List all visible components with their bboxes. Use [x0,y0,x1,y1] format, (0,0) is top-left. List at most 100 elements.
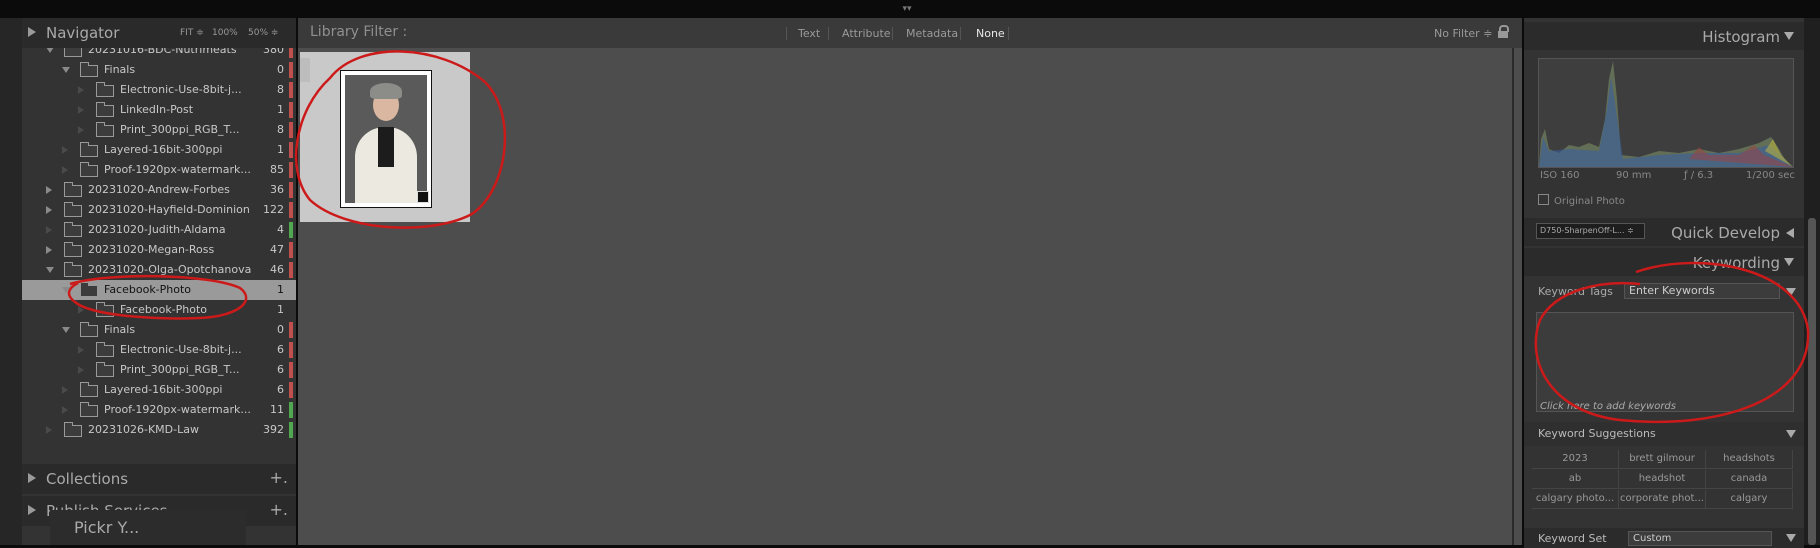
disclosure-closed-icon[interactable] [62,166,68,174]
disclosure-closed-icon[interactable] [46,226,52,234]
collapse-triangle-icon[interactable] [28,27,36,37]
right-panel-scrollbar[interactable] [1804,18,1820,545]
folder-count: 8 [277,123,284,136]
disclosure-closed-icon[interactable] [46,186,52,194]
original-photo-checkbox[interactable]: Original Photo [1538,194,1625,207]
filter-metadata-tab[interactable]: Metadata [906,27,958,40]
folder-row[interactable]: Print_300ppi_RGB_T... 6 [22,360,296,380]
add-collection-button[interactable]: +. [270,468,289,487]
folder-row[interactable]: Layered-16bit-300ppi 6 [22,380,296,400]
keyword-suggestion[interactable]: headshot [1619,470,1706,489]
disclosure-closed-icon[interactable] [62,406,68,414]
disclosure-closed-icon[interactable] [78,346,84,354]
folder-name: 20231020-Megan-Ross [88,243,215,256]
filter-none-tab[interactable]: None [976,27,1005,40]
expand-triangle-icon[interactable] [1786,228,1794,238]
keywording-header[interactable]: Keywording [1524,248,1804,276]
lock-icon[interactable] [1498,25,1509,38]
nav-fit-option[interactable]: FIT ≑ [180,28,204,38]
photo-thumbnail[interactable] [340,70,432,208]
collapse-triangle-icon[interactable] [1786,534,1796,542]
keyword-set-dropdown[interactable]: Custom [1628,531,1772,546]
folder-row[interactable]: 20231020-Andrew-Forbes 36 [22,180,296,200]
folder-icon [96,122,114,137]
pick-flag-icon[interactable] [300,58,310,82]
disclosure-closed-icon[interactable] [46,246,52,254]
folder-row[interactable]: 20231020-Megan-Ross 47 [22,240,296,260]
collapse-triangle-icon[interactable] [1786,430,1796,438]
folder-row[interactable]: Print_300ppi_RGB_T... 8 [22,120,296,140]
collapse-triangle-icon[interactable] [1784,32,1794,40]
folder-row[interactable]: Electronic-Use-8bit-j... 6 [22,340,296,360]
disclosure-open-icon[interactable] [62,327,70,333]
keyword-suggestion[interactable]: calgary photo... [1532,490,1619,509]
folder-row[interactable]: 20231020-Olga-Opotchanova 46 [22,260,296,280]
edited-badge-icon[interactable] [417,191,429,203]
bottom-button-stub[interactable]: Pickr Y... [50,510,246,545]
folder-row[interactable]: 20231016-BDC-Nutrimeats 380 [22,48,296,60]
saved-preset-dropdown[interactable]: D750-SharpenOff-L... ≑ [1536,223,1645,239]
disclosure-closed-icon[interactable] [46,206,52,214]
disclosure-closed-icon[interactable] [78,106,84,114]
keyword-suggestion[interactable]: corporate phot... [1619,490,1706,509]
keyword-suggestions-header[interactable]: Keyword Suggestions [1524,422,1804,446]
expand-triangle-icon[interactable] [28,473,36,483]
photo-grid-cell[interactable] [300,52,470,222]
keyword-suggestion[interactable]: ab [1532,470,1619,489]
keyword-suggestion[interactable]: brett gilmour [1619,450,1706,469]
nav-50-option[interactable]: 50% ≑ [248,28,278,38]
filter-text-tab[interactable]: Text [798,27,820,40]
disclosure-open-icon[interactable] [46,48,54,53]
checkbox-icon[interactable] [1538,194,1549,205]
disclosure-closed-icon[interactable] [78,366,84,374]
folder-row[interactable]: Facebook-Photo 1 [22,300,296,320]
disclosure-closed-icon[interactable] [62,386,68,394]
navigator-header[interactable]: Navigator FIT ≑ 100% 50% ≑ [22,18,296,48]
histogram-header[interactable]: Histogram [1524,22,1804,50]
histogram-chart[interactable] [1538,58,1794,168]
keyword-suggestion[interactable]: headshots [1706,450,1793,469]
folder-row[interactable]: 20231026-KMD-Law 392 [22,420,296,440]
add-keywords-field[interactable]: Click here to add keywords [1540,401,1676,412]
folder-row[interactable]: 20231020-Hayfield-Dominion 122 [22,200,296,220]
disclosure-open-icon[interactable] [62,67,70,73]
folder-count: 6 [277,383,284,396]
folder-row[interactable]: LinkedIn-Post 1 [22,100,296,120]
collections-header[interactable]: Collections +. [22,464,296,494]
disclosure-closed-icon[interactable] [78,126,84,134]
panel-grip-icon[interactable]: ▾▾ [900,5,914,14]
filter-attribute-tab[interactable]: Attribute [842,27,891,40]
keyword-suggestion[interactable]: calgary [1706,490,1793,509]
disclosure-closed-icon[interactable] [78,86,84,94]
nav-100-option[interactable]: 100% [212,28,238,38]
folder-row[interactable]: Proof-1920px-watermark... 85 [22,160,296,180]
folder-row[interactable]: Finals 0 [22,320,296,340]
color-label-bar [289,222,293,238]
folder-name: Finals [104,323,136,336]
folder-row[interactable]: Electronic-Use-8bit-j... 8 [22,80,296,100]
folder-count: 6 [277,363,284,376]
keyword-tags-expand-icon[interactable] [1786,288,1796,296]
keyword-tags-textarea[interactable] [1536,312,1794,412]
folder-row[interactable]: 20231020-Judith-Aldama 4 [22,220,296,240]
disclosure-open-icon[interactable] [62,287,70,293]
collapse-triangle-icon[interactable] [1784,258,1794,266]
disclosure-closed-icon[interactable] [78,306,84,314]
grid-scrollbar[interactable] [1508,48,1522,545]
keyword-tags-dropdown[interactable]: Enter Keywords [1624,283,1780,299]
scrollbar-thumb[interactable] [1808,218,1816,545]
disclosure-closed-icon[interactable] [62,146,68,154]
folder-row[interactable]: Layered-16bit-300ppi 1 [22,140,296,160]
disclosure-open-icon[interactable] [46,267,54,273]
folder-row[interactable]: Proof-1920px-watermark... 11 [22,400,296,420]
keyword-suggestion[interactable]: 2023 [1532,450,1619,469]
folder-count: 0 [277,63,284,76]
add-publish-service-button[interactable]: +. [270,500,289,519]
folder-row[interactable]: Facebook-Photo 1 [22,280,296,300]
filter-preset-dropdown[interactable]: No Filter ≑ [1434,27,1492,40]
expand-triangle-icon[interactable] [28,505,36,515]
folder-row[interactable]: Finals 0 [22,60,296,80]
keyword-suggestion[interactable]: canada [1706,470,1793,489]
color-label-bar [289,48,293,58]
disclosure-closed-icon[interactable] [46,426,52,434]
